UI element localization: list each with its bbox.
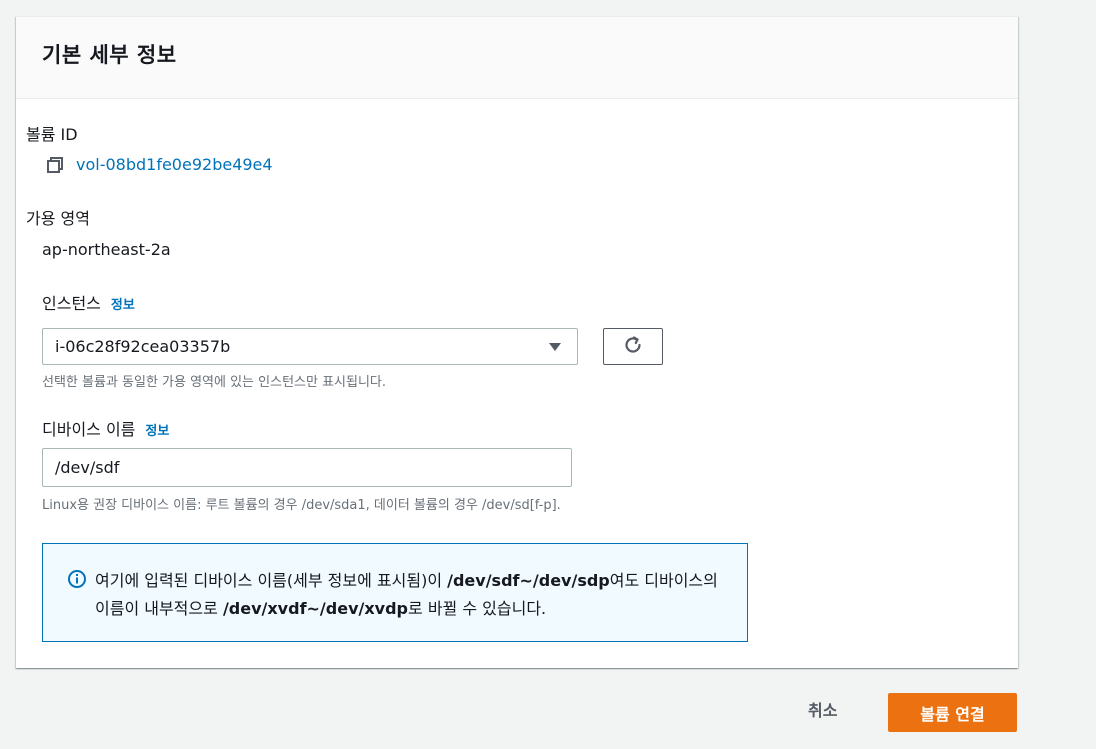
attach-volume-button[interactable]: 볼륨 연결 (888, 693, 1017, 732)
caret-down-icon (549, 343, 561, 351)
copy-icon[interactable] (46, 156, 66, 176)
volume-id-link[interactable]: vol-08bd1fe0e92be49e4 (76, 155, 273, 174)
panel-title: 기본 세부 정보 (42, 43, 177, 67)
instance-label-row: 인스턴스 정보 (42, 290, 135, 314)
instance-hint: 선택한 볼륨과 동일한 가용 영역에 있는 인스턴스만 표시됩니다. (42, 375, 387, 390)
alert-bold-range-2: /dev/xvdf~/dev/xvdp (222, 599, 409, 618)
instance-selected-value: i-06c28f92cea03357b (55, 337, 231, 356)
availability-zone-label: 가용 영역 (26, 209, 90, 228)
instance-label: 인스턴스 (42, 294, 101, 313)
info-alert: 여기에 입력된 디바이스 이름(세부 정보에 표시됨)이 /dev/sdf~/d… (42, 543, 748, 642)
availability-zone-value: ap-northeast-2a (42, 240, 171, 259)
cancel-button[interactable]: 취소 (808, 697, 837, 721)
alert-text-1: 여기에 입력된 디바이스 이름(세부 정보에 표시됨)이 (95, 571, 448, 590)
info-icon (67, 569, 87, 589)
device-name-hint: Linux용 권장 디바이스 이름: 루트 볼륨의 경우 /dev/sda1, … (42, 498, 561, 513)
panel-header: 기본 세부 정보 (16, 17, 1018, 99)
refresh-button[interactable] (603, 328, 663, 365)
alert-bold-range-1: /dev/sdf~/dev/sdp (447, 571, 610, 590)
device-name-input[interactable] (42, 448, 572, 487)
volume-id-label: 볼륨 ID (26, 125, 78, 144)
device-name-label-row: 디바이스 이름 정보 (42, 416, 169, 440)
alert-text-3: 로 바뀔 수 있습니다. (408, 599, 547, 618)
device-name-info-link[interactable]: 정보 (145, 424, 169, 439)
instance-select[interactable]: i-06c28f92cea03357b (42, 328, 578, 365)
device-name-label: 디바이스 이름 (42, 420, 136, 439)
refresh-icon (622, 334, 644, 360)
instance-info-link[interactable]: 정보 (111, 298, 135, 313)
